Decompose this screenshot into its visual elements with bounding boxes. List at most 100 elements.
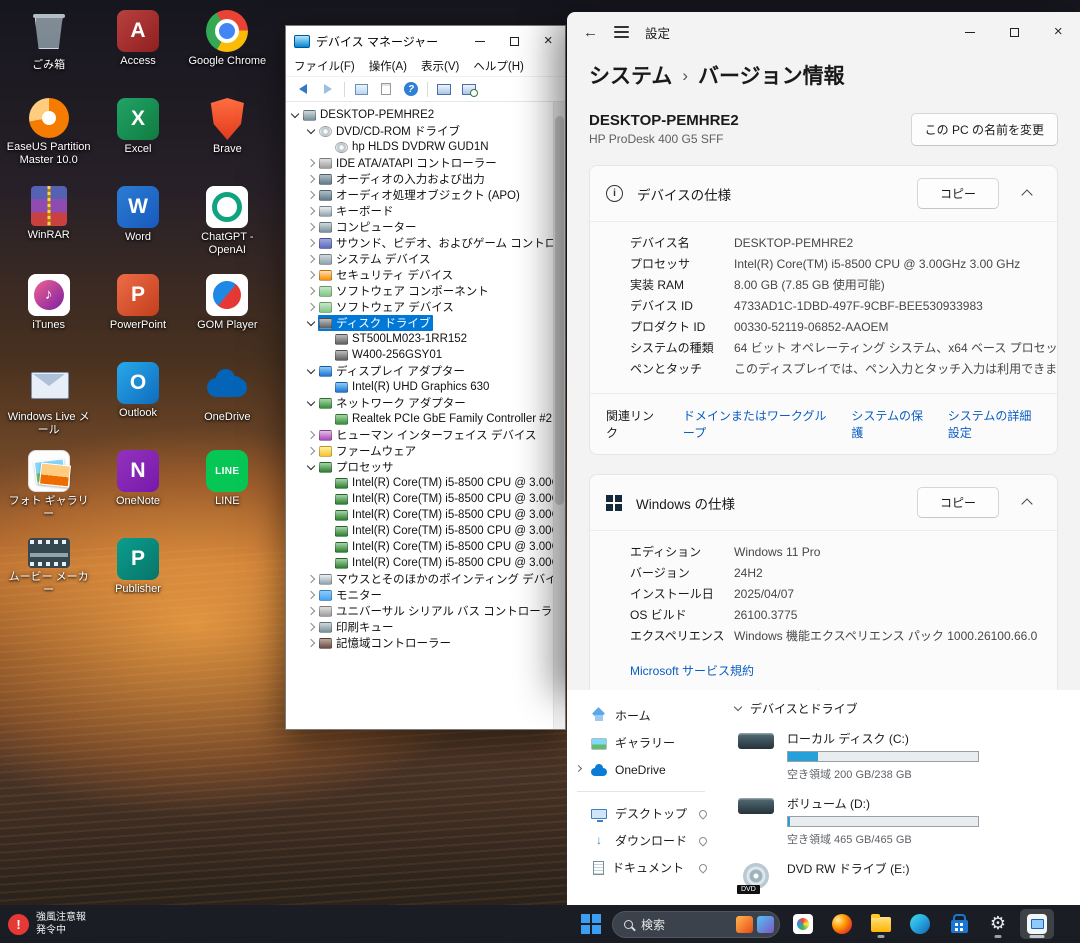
desktop-icon-winrar[interactable]: WinRAR bbox=[4, 182, 93, 270]
desktop-icon-publisher[interactable]: PPublisher bbox=[93, 534, 182, 622]
chevron-right-icon[interactable] bbox=[306, 622, 317, 633]
license-link[interactable]: Microsoft サービス規約 bbox=[630, 662, 1041, 679]
close-button[interactable] bbox=[531, 26, 565, 56]
menu-item[interactable]: 表示(V) bbox=[421, 58, 459, 74]
chevron-right-icon[interactable] bbox=[306, 574, 317, 585]
tree-item[interactable]: Intel(R) Core(TM) i5-8500 CPU @ 3.00GHz bbox=[286, 507, 553, 523]
settings-titlebar[interactable]: ← 設定 bbox=[567, 12, 1080, 52]
rename-pc-button[interactable]: この PC の名前を変更 bbox=[911, 113, 1058, 146]
tree-item[interactable]: ディスク ドライブ bbox=[286, 315, 553, 331]
tree-item[interactable]: ヒューマン インターフェイス デバイス bbox=[286, 427, 553, 443]
minimize-button[interactable] bbox=[463, 26, 497, 56]
tree-item[interactable]: ソフトウェア デバイス bbox=[286, 299, 553, 315]
tree-item[interactable]: ディスプレイ アダプター bbox=[286, 363, 553, 379]
drive-item[interactable]: ローカル ディスク (C:)空き領域 200 GB/238 GB bbox=[735, 730, 1080, 782]
chevron-down-icon[interactable] bbox=[306, 126, 317, 137]
desktop-icon-gom[interactable]: GOM Player bbox=[183, 270, 272, 358]
desktop-icon-access[interactable]: AAccess bbox=[93, 6, 182, 94]
taskbar-app-firefox[interactable] bbox=[825, 909, 859, 939]
taskbar-app-settings[interactable] bbox=[981, 909, 1015, 939]
tree-item[interactable]: Intel(R) Core(TM) i5-8500 CPU @ 3.00GHz bbox=[286, 475, 553, 491]
tree-item[interactable]: ネットワーク アダプター bbox=[286, 395, 553, 411]
chevron-down-icon[interactable] bbox=[306, 366, 317, 377]
tree-item[interactable]: Intel(R) Core(TM) i5-8500 CPU @ 3.00GHz bbox=[286, 555, 553, 571]
tree-item[interactable]: ST500LM023-1RR152 bbox=[286, 331, 553, 347]
menu-item[interactable]: ヘルプ(H) bbox=[473, 58, 523, 74]
desktop-icon-outlook[interactable]: OOutlook bbox=[93, 358, 182, 446]
tree-item[interactable]: サウンド、ビデオ、およびゲーム コントローラー bbox=[286, 235, 553, 251]
desktop-icon-wlmail[interactable]: Windows Live メール bbox=[4, 358, 93, 446]
chevron-right-icon[interactable] bbox=[306, 222, 317, 233]
desktop-icon-movie-maker[interactable]: ムービー メーカー bbox=[4, 534, 93, 622]
sidebar-item-home[interactable]: ホーム bbox=[567, 702, 715, 729]
drive-item[interactable]: DVDDVD RW ドライブ (E:) bbox=[735, 860, 1080, 891]
desktop-icon-word[interactable]: WWord bbox=[93, 182, 182, 270]
scrollbar-thumb[interactable] bbox=[555, 116, 564, 505]
back-button[interactable]: ← bbox=[583, 24, 598, 41]
chevron-right-icon[interactable] bbox=[306, 606, 317, 617]
device-spec-header[interactable]: デバイスの仕様 コピー bbox=[590, 166, 1057, 221]
taskbar-app-device-manager[interactable] bbox=[1020, 909, 1054, 939]
desktop-icon-chrome[interactable]: Google Chrome bbox=[183, 6, 272, 94]
maximize-button[interactable] bbox=[497, 26, 531, 56]
sidebar-item-desktop[interactable]: デスクトップ bbox=[567, 800, 715, 827]
device-manager-titlebar[interactable]: デバイス マネージャー bbox=[286, 26, 565, 56]
chevron-right-icon[interactable] bbox=[575, 765, 582, 772]
taskbar-app-store[interactable] bbox=[942, 909, 976, 939]
tree-item[interactable]: Intel(R) Core(TM) i5-8500 CPU @ 3.00GHz bbox=[286, 491, 553, 507]
breadcrumb-system[interactable]: システム bbox=[589, 60, 672, 90]
toolbar-scan-hardware-button[interactable] bbox=[458, 79, 480, 99]
tree-item[interactable]: キーボード bbox=[286, 203, 553, 219]
start-button[interactable] bbox=[576, 909, 606, 939]
desktop-icon-powerpoint[interactable]: PPowerPoint bbox=[93, 270, 182, 358]
tree-item[interactable]: Intel(R) Core(TM) i5-8500 CPU @ 3.00GHz bbox=[286, 539, 553, 555]
minimize-button[interactable] bbox=[948, 12, 992, 52]
sidebar-item-document[interactable]: ドキュメント bbox=[567, 854, 715, 881]
desktop-icon-brave[interactable]: Brave bbox=[183, 94, 272, 182]
desktop-icon-line[interactable]: LINELINE bbox=[183, 446, 272, 534]
navigation-menu-button[interactable] bbox=[614, 26, 629, 38]
chevron-up-icon[interactable] bbox=[1021, 189, 1032, 200]
desktop-icon-itunes[interactable]: iTunes bbox=[4, 270, 93, 358]
desktop-icon-easeus[interactable]: EaseUS Partition Master 10.0 bbox=[4, 94, 93, 182]
sidebar-item-download[interactable]: ダウンロード bbox=[567, 827, 715, 854]
windows-spec-header[interactable]: Windows の仕様 コピー bbox=[590, 475, 1057, 530]
copy-device-spec-button[interactable]: コピー bbox=[917, 178, 999, 209]
tree-item[interactable]: Intel(R) UHD Graphics 630 bbox=[286, 379, 553, 395]
close-button[interactable] bbox=[1036, 12, 1080, 52]
taskbar-app-photos[interactable] bbox=[786, 909, 820, 939]
tree-item[interactable]: マウスとそのほかのポインティング デバイス bbox=[286, 571, 553, 587]
tree-item[interactable]: セキュリティ デバイス bbox=[286, 267, 553, 283]
chevron-right-icon[interactable] bbox=[306, 638, 317, 649]
chevron-right-icon[interactable] bbox=[306, 158, 317, 169]
tree-item[interactable]: 記憶域コントローラー bbox=[286, 635, 553, 651]
chevron-right-icon[interactable] bbox=[306, 302, 317, 313]
tree-item[interactable]: Intel(R) Core(TM) i5-8500 CPU @ 3.00GHz bbox=[286, 523, 553, 539]
chevron-down-icon[interactable] bbox=[306, 462, 317, 473]
search-box[interactable]: 検索 bbox=[612, 911, 780, 938]
tree-item[interactable]: DESKTOP-PEMHRE2 bbox=[286, 107, 553, 123]
chevron-right-icon[interactable] bbox=[306, 174, 317, 185]
chevron-right-icon[interactable] bbox=[306, 270, 317, 281]
tree-item[interactable]: DVD/CD-ROM ドライブ bbox=[286, 123, 553, 139]
desktop-icon-onedrive[interactable]: OneDrive bbox=[183, 358, 272, 446]
desktop-icon-recycle-bin[interactable]: ごみ箱 bbox=[4, 6, 93, 94]
related-link[interactable]: システムの保護 bbox=[851, 407, 923, 441]
tree-item[interactable]: ユニバーサル シリアル バス コントローラー bbox=[286, 603, 553, 619]
desktop-icon-onenote[interactable]: NOneNote bbox=[93, 446, 182, 534]
tree-item[interactable]: 印刷キュー bbox=[286, 619, 553, 635]
toolbar-back-button[interactable] bbox=[292, 79, 314, 99]
tree-item[interactable]: ソフトウェア コンポーネント bbox=[286, 283, 553, 299]
sidebar-item-gallery[interactable]: ギャラリー bbox=[567, 729, 715, 756]
copy-windows-spec-button[interactable]: コピー bbox=[917, 487, 999, 518]
chevron-right-icon[interactable] bbox=[306, 430, 317, 441]
tree-item[interactable]: コンピューター bbox=[286, 219, 553, 235]
chevron-down-icon[interactable] bbox=[306, 398, 317, 409]
desktop-icon-chatgpt[interactable]: ChatGPT - OpenAI bbox=[183, 182, 272, 270]
devices-and-drives-header[interactable]: デバイスとドライブ bbox=[735, 700, 1080, 717]
tree-item[interactable]: IDE ATA/ATAPI コントローラー bbox=[286, 155, 553, 171]
tree-item[interactable]: オーディオ処理オブジェクト (APO) bbox=[286, 187, 553, 203]
tree-item[interactable]: システム デバイス bbox=[286, 251, 553, 267]
weather-alert-widget[interactable]: ! 強風注意報 発令中 bbox=[8, 905, 86, 943]
chevron-down-icon[interactable] bbox=[290, 110, 301, 121]
